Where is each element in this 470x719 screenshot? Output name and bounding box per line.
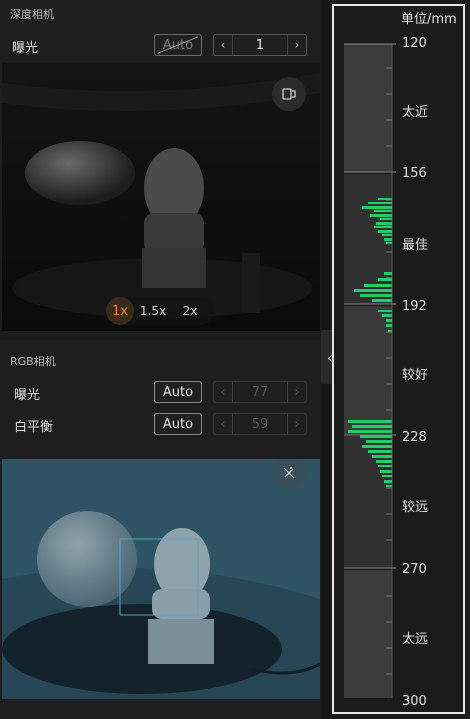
scale-tick-156: 156: [402, 166, 427, 181]
depth-exposure-value[interactable]: 1: [233, 35, 287, 55]
rgb-camera-view[interactable]: [2, 459, 320, 699]
zoom-option-1x[interactable]: 1x: [106, 297, 134, 325]
depth-scale-panel: 单位/mm 120 太近 156 最佳 192 较好 228 较远 270 太远…: [332, 4, 465, 714]
auto-disabled-strike-icon: [157, 36, 199, 54]
auto-fix-off-icon: [283, 467, 295, 479]
white-balance-stepper[interactable]: ‹ 59 ›: [213, 413, 307, 435]
increment-icon[interactable]: ›: [287, 382, 306, 402]
depth-scene-image: [2, 63, 320, 331]
scale-tick-120: 120: [402, 36, 427, 51]
decrement-icon[interactable]: ‹: [214, 35, 233, 55]
camera-switch-button[interactable]: [272, 77, 306, 111]
depth-camera-title: 深度相机: [10, 8, 54, 21]
zone-good-label: 较好: [402, 368, 429, 383]
zoom-option-2x[interactable]: 2x: [172, 304, 208, 318]
zone-too-far-label: 太远: [402, 632, 429, 647]
scale-tick-300: 300: [402, 694, 427, 709]
rgb-exposure-stepper[interactable]: ‹ 77 ›: [213, 381, 307, 403]
rgb-exposure-auto-button[interactable]: Auto: [154, 381, 202, 403]
camera-switch-icon: [282, 88, 296, 100]
depth-exposure-label: 曝光: [12, 41, 39, 56]
rgb-exposure-label: 曝光: [14, 388, 41, 403]
depth-camera-panel: 深度相机 曝光 Auto ‹ 1 › 1x 1.5x 2x: [0, 0, 322, 335]
decrement-icon[interactable]: ‹: [214, 414, 233, 434]
rgb-camera-panel: RGB相机 曝光 Auto ‹ 77 › 白平衡 Auto ‹ 59 ›: [0, 340, 322, 719]
scale-tick-270: 270: [402, 562, 427, 577]
rgb-scene-image: [2, 459, 320, 699]
increment-icon[interactable]: ›: [287, 35, 306, 55]
white-balance-value[interactable]: 59: [233, 414, 287, 434]
zone-far-label: 较远: [402, 500, 429, 515]
depth-camera-view[interactable]: 1x 1.5x 2x: [2, 63, 320, 331]
rgb-exposure-value[interactable]: 77: [233, 382, 287, 402]
scale-tick-192: 192: [402, 299, 427, 314]
white-balance-label: 白平衡: [14, 420, 54, 435]
increment-icon[interactable]: ›: [287, 414, 306, 434]
zone-optimal-label: 最佳: [402, 238, 429, 253]
depth-exposure-stepper[interactable]: ‹ 1 ›: [213, 34, 307, 56]
zone-too-close-label: 太近: [402, 105, 429, 120]
depth-exposure-auto-button[interactable]: Auto: [154, 34, 202, 56]
decrement-icon[interactable]: ‹: [214, 382, 233, 402]
depth-histogram: [344, 43, 396, 698]
zoom-option-1.5x[interactable]: 1.5x: [134, 304, 172, 318]
rgb-camera-title: RGB相机: [10, 355, 56, 368]
scale-tick-228: 228: [402, 430, 427, 445]
zoom-selector: 1x 1.5x 2x: [106, 297, 214, 325]
white-balance-auto-button[interactable]: Auto: [154, 413, 202, 435]
